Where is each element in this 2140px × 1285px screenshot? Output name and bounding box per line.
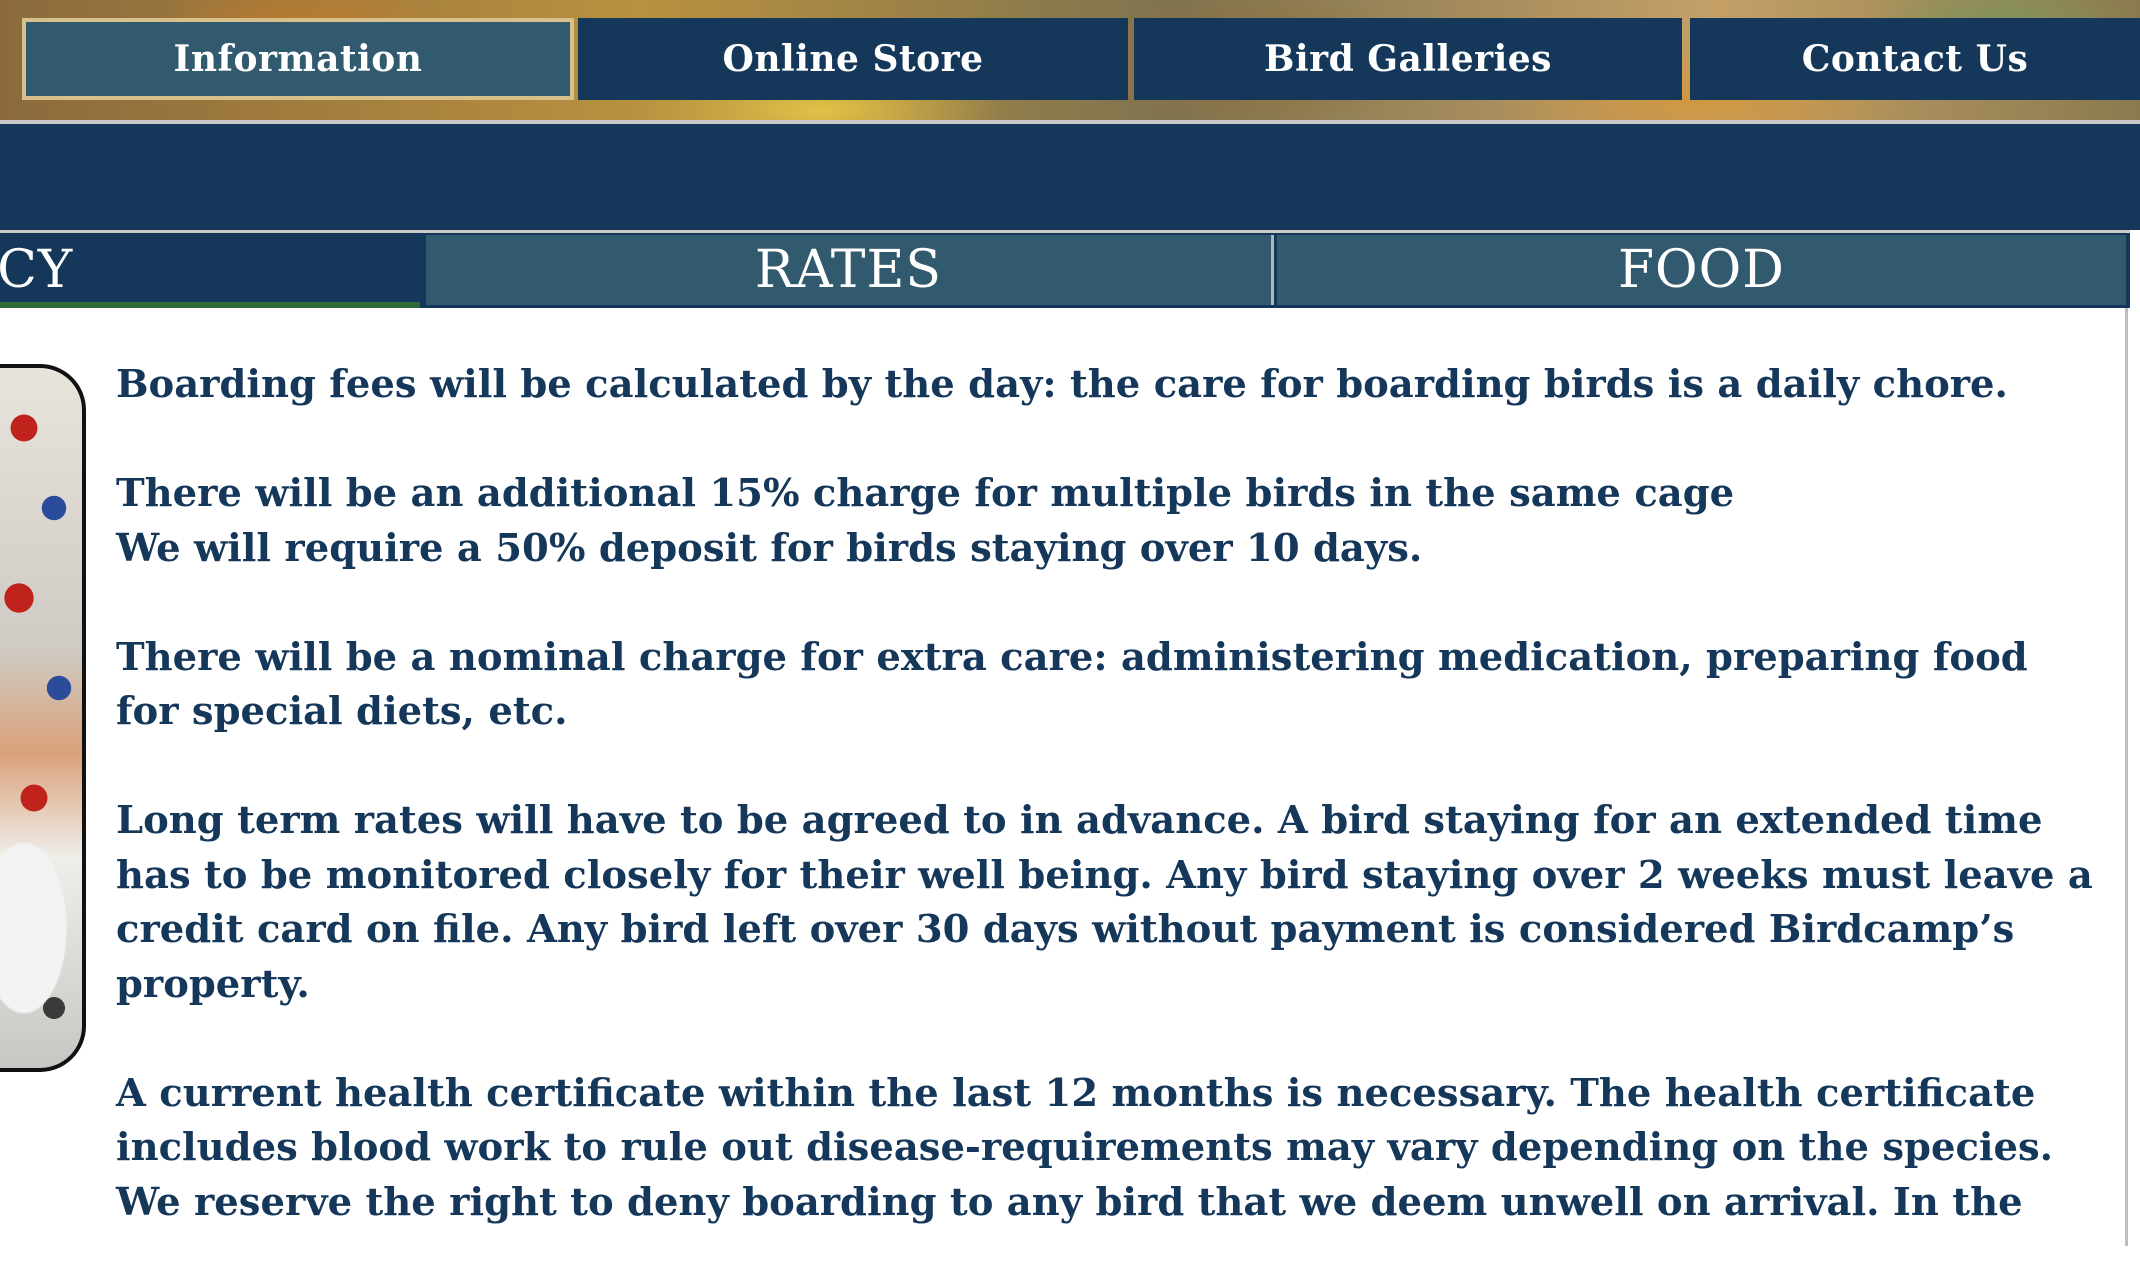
nav-contact-us[interactable]: Contact Us <box>1690 18 2140 100</box>
paragraph-extra-care: There will be a nominal charge for extra… <box>116 634 2028 735</box>
header-band <box>0 124 2140 230</box>
top-navigation: Information Online Store Bird Galleries … <box>0 18 2140 100</box>
sub-navigation: LICY RATES FOOD <box>0 230 2130 308</box>
paragraph-charges-deposit: There will be an additional 15% charge f… <box>116 471 1735 571</box>
tab-rates-label: RATES <box>754 240 943 300</box>
tab-food-label: FOOD <box>1617 240 1786 300</box>
nav-information[interactable]: Information <box>22 18 574 100</box>
nav-online-store[interactable]: Online Store <box>578 18 1128 100</box>
tab-rates[interactable]: RATES <box>426 235 1274 305</box>
paragraph-long-term: Long term rates will have to be agreed t… <box>116 798 2093 1007</box>
tab-food[interactable]: FOOD <box>1277 235 2126 305</box>
bird-toy-photo <box>0 364 86 1072</box>
tab-policy[interactable]: LICY <box>0 235 418 305</box>
nav-bird-galleries[interactable]: Bird Galleries <box>1134 18 1682 100</box>
tab-policy-label: LICY <box>0 240 74 300</box>
rates-text: Boarding fees will be calculated by the … <box>116 358 2096 1285</box>
paragraph-daily-fees: Boarding fees will be calculated by the … <box>116 362 2008 407</box>
paragraph-health-certificate: A current health certificate within the … <box>116 1070 2054 1225</box>
